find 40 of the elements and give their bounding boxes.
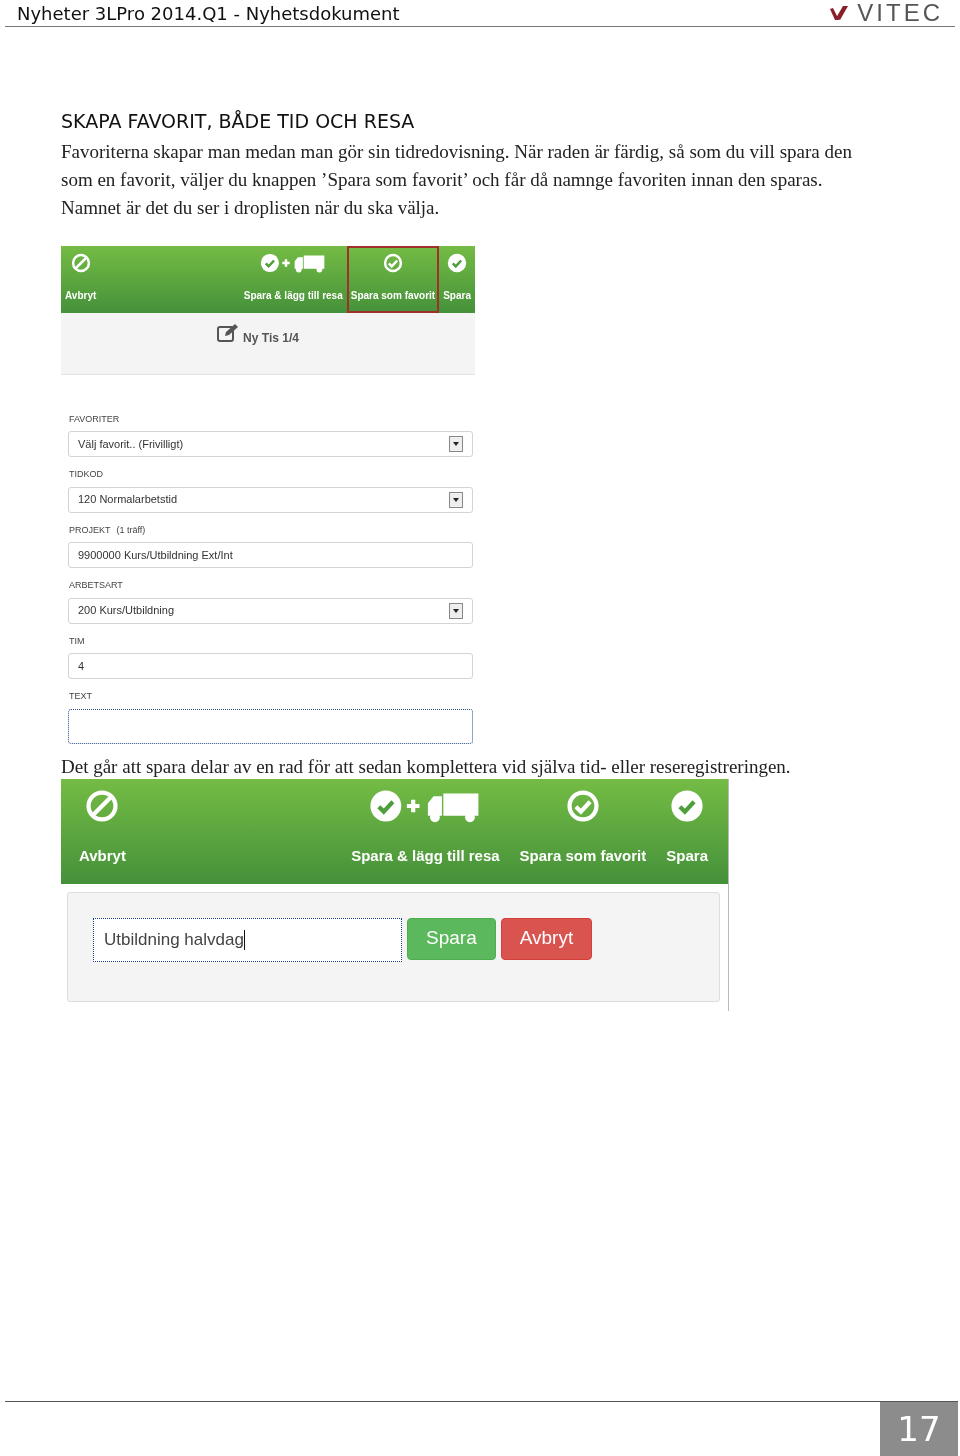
- day-heading: Ny Tis 1/4: [243, 329, 299, 347]
- field-label: TIM: [69, 634, 85, 648]
- page-number: 17: [880, 1402, 958, 1456]
- prohibited-icon: [70, 252, 91, 273]
- toolbar-button[interactable]: Spara som favorit: [509, 778, 657, 884]
- toolbar-button[interactable]: Spara: [656, 778, 718, 884]
- toolbar-button[interactable]: Avbryt: [69, 778, 136, 884]
- toolbar-button[interactable]: Avbryt: [61, 245, 101, 313]
- note-sentence: Det går att spara delar av en rad för att sedan komplettera vid själva tid- eller reseregistreringen.: [61, 754, 792, 779]
- favorite-name-field[interactable]: Utbildning halvdag: [93, 917, 402, 962]
- dropdown-field[interactable]: 120 Normalarbetstid: [68, 486, 473, 513]
- edit-icon: [217, 322, 240, 343]
- input-field[interactable]: 9900000 Kurs/Utbildning Ext/Int: [68, 542, 473, 568]
- document-title: Nyheter 3LPro 2014.Q1 - Nyhetsdokument: [17, 1, 400, 26]
- field-label: FAVORITER: [69, 412, 120, 426]
- field-label: TIDKOD: [69, 468, 103, 481]
- cancel-button[interactable]: Avbryt: [500, 917, 593, 960]
- match-count: (1 träff): [116, 523, 146, 537]
- toolbar-button[interactable]: Spara: [439, 245, 475, 313]
- section-heading: SKAPA FAVORIT, BÅDE TID OCH RESA: [61, 109, 416, 134]
- toolbar-button[interactable]: Spara & lägg till resa: [341, 778, 510, 884]
- logo-icon: [829, 5, 850, 21]
- field-label: TEXT: [69, 690, 92, 703]
- field-label: PROJEKT: [69, 523, 111, 537]
- field-label: ARBETSART: [69, 579, 123, 592]
- input-field[interactable]: 4: [68, 653, 473, 679]
- input-field[interactable]: [68, 708, 473, 744]
- logo-text: VITEC: [857, 1, 943, 25]
- toolbar-button[interactable]: Spara & lägg till resa: [239, 245, 347, 313]
- check-circle-outline-icon: [382, 252, 403, 273]
- check-plus-truck-icon: [260, 252, 327, 273]
- dropdown-field[interactable]: Välj favorit.. (Frivilligt): [68, 431, 473, 457]
- check-circle-outline-icon: [565, 788, 600, 823]
- prohibited-icon: [85, 788, 120, 823]
- check-circle-icon: [447, 252, 468, 273]
- save-button[interactable]: Spara: [407, 917, 496, 960]
- dropdown-field[interactable]: 200 Kurs/Utbildning: [68, 597, 473, 624]
- toolbar-button[interactable]: Spara som favorit: [346, 245, 440, 313]
- intro-paragraph: Favoriterna skapar man medan man gör sin tidredovisning. När raden är färdig, så som du vill spara den som en favorit, väljer du knappen ’Spara som favorit’ och får då namnge favoriten innan den sparas. Namnet är det du ser i droplisten när du ska välja.: [61, 139, 853, 220]
- check-circle-icon: [670, 788, 705, 823]
